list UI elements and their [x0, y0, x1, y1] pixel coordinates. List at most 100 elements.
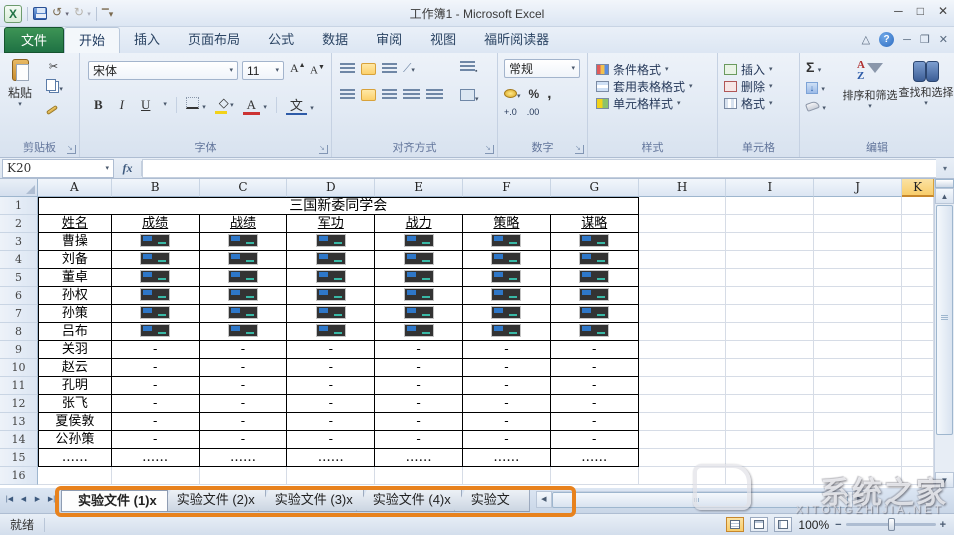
scroll-right-icon[interactable]: ▶ [851, 491, 868, 508]
row-header-1[interactable]: 1 [0, 197, 38, 215]
cell-F15[interactable]: …… [463, 449, 551, 467]
ribbon-tab-页面布局[interactable]: 页面布局 [174, 27, 254, 53]
scroll-left-icon[interactable]: ◀ [535, 491, 552, 508]
cell-E8[interactable] [375, 323, 464, 341]
align-right-button[interactable] [382, 89, 397, 101]
row-header-7[interactable]: 7 [0, 305, 38, 323]
cell-K4[interactable] [902, 251, 934, 269]
cell-I14[interactable] [726, 431, 815, 449]
cell-J6[interactable] [814, 287, 903, 305]
cell-E15[interactable]: …… [375, 449, 464, 467]
cell-E10[interactable]: - [375, 359, 464, 377]
cell-B3[interactable] [111, 233, 200, 251]
cell-H1[interactable] [638, 197, 727, 215]
cell-I9[interactable] [726, 341, 815, 359]
cell-C3[interactable] [199, 233, 288, 251]
column-header-D[interactable]: D [287, 179, 376, 197]
bold-button[interactable]: B [90, 97, 107, 113]
align-middle-button[interactable] [361, 62, 376, 75]
sheet-tab-1[interactable]: 实验文件 (1)x [61, 490, 168, 512]
cell-F6[interactable] [463, 287, 551, 305]
find-select-button[interactable]: 查找和选择 ▾ [899, 61, 954, 107]
column-header-A[interactable]: A [37, 179, 112, 197]
italic-button[interactable]: I [116, 97, 128, 113]
row-header-14[interactable]: 14 [0, 431, 38, 449]
cell-J12[interactable] [814, 395, 903, 413]
cell-F3[interactable] [463, 233, 551, 251]
cell-G15[interactable]: …… [550, 449, 639, 467]
sheet-tab-3[interactable]: 实验文件 (3)x [257, 490, 364, 512]
paste-button[interactable]: 粘贴 ▾ [8, 59, 32, 108]
cell-A10[interactable]: 赵云 [37, 359, 112, 377]
cell-A15[interactable]: …… [37, 449, 112, 467]
cell-A9[interactable]: 关羽 [37, 341, 112, 359]
page-layout-view-button[interactable] [750, 517, 769, 532]
cell-A8[interactable]: 吕布 [37, 323, 112, 341]
cell-J8[interactable] [814, 323, 903, 341]
cell-J14[interactable] [814, 431, 903, 449]
font-size-select[interactable]: 11 ▾ [242, 61, 284, 80]
cell-I12[interactable] [726, 395, 815, 413]
cell-J5[interactable] [814, 269, 903, 287]
cell-G11[interactable]: - [550, 377, 639, 395]
cell-G12[interactable]: - [550, 395, 639, 413]
cell-D11[interactable]: - [287, 377, 376, 395]
cell-A6[interactable]: 孙权 [37, 287, 112, 305]
cell-K1[interactable] [902, 197, 934, 215]
cell-H9[interactable] [638, 341, 727, 359]
ribbon-tab-开始[interactable]: 开始 [64, 27, 121, 53]
scrollbar-thumb[interactable] [551, 492, 848, 508]
cell-A5[interactable]: 董卓 [37, 269, 112, 287]
cell-B2[interactable]: 成绩 [111, 215, 200, 233]
cell-B13[interactable]: - [111, 413, 200, 431]
page-break-view-button[interactable] [774, 517, 793, 532]
chevron-down-icon[interactable]: ▾ [163, 101, 167, 108]
cell-D3[interactable] [287, 233, 376, 251]
column-header-G[interactable]: G [550, 179, 639, 197]
cell-I3[interactable] [726, 233, 815, 251]
cell-J10[interactable] [814, 359, 903, 377]
cell-B15[interactable]: …… [111, 449, 200, 467]
cell-K6[interactable] [902, 287, 934, 305]
workbook-restore-icon[interactable]: ❐ [920, 33, 930, 46]
name-box[interactable]: K20 ▾ [2, 158, 114, 178]
cell-I7[interactable] [726, 305, 815, 323]
cell-H5[interactable] [638, 269, 727, 287]
cell-G6[interactable] [550, 287, 639, 305]
align-center-button[interactable] [361, 89, 376, 101]
cell-F16[interactable] [463, 467, 551, 485]
cell-G4[interactable] [550, 251, 639, 269]
next-sheet-icon[interactable]: ▶ [31, 492, 44, 507]
cell-C13[interactable]: - [199, 413, 288, 431]
cell-F14[interactable]: - [463, 431, 551, 449]
cell-G3[interactable] [550, 233, 639, 251]
cell-H16[interactable] [638, 467, 727, 485]
cell-J2[interactable] [814, 215, 903, 233]
cell-B5[interactable] [111, 269, 200, 287]
dialog-launcher-icon[interactable]: ↘ [67, 145, 76, 154]
cell-D12[interactable]: - [287, 395, 376, 413]
number-format-select[interactable]: 常规 ▾ [504, 59, 580, 78]
workbook-minimize-icon[interactable]: ─ [903, 34, 911, 46]
cell-G14[interactable]: - [550, 431, 639, 449]
cell-D15[interactable]: …… [287, 449, 376, 467]
vertical-scrollbar[interactable]: ▲ ▼ [934, 179, 954, 488]
ribbon-tab-数据[interactable]: 数据 [308, 27, 362, 53]
cell-F7[interactable] [463, 305, 551, 323]
zoom-slider-handle[interactable] [887, 518, 895, 531]
orientation-button[interactable]: ⟋▾ [403, 61, 415, 76]
help-icon[interactable]: ? [879, 32, 895, 47]
row-header-11[interactable]: 11 [0, 377, 38, 395]
merge-center-button[interactable]: ▾ [460, 89, 479, 104]
cell-E16[interactable] [375, 467, 464, 485]
comma-style-button[interactable]: , [547, 85, 551, 102]
cell-E2[interactable]: 战力 [375, 215, 464, 233]
cell-C7[interactable] [199, 305, 288, 323]
cut-button[interactable]: ✂ [46, 59, 61, 74]
column-header-C[interactable]: C [199, 179, 288, 197]
scroll-up-icon[interactable]: ▲ [935, 188, 954, 204]
format-painter-button[interactable] [45, 101, 59, 116]
cell-A16[interactable] [37, 467, 112, 485]
zoom-out-button[interactable]: − [835, 519, 841, 531]
cell-I13[interactable] [726, 413, 815, 431]
